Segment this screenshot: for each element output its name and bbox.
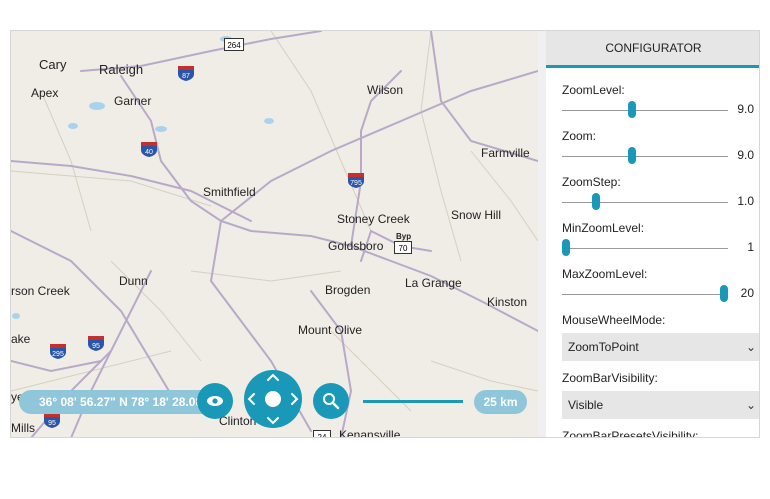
interstate-95-shield-icon: 95	[87, 335, 105, 351]
toggle-visibility-button[interactable]	[197, 383, 233, 419]
slider-thumb[interactable]	[562, 239, 570, 256]
zoom-slider[interactable]: 9.0	[562, 145, 754, 165]
svg-text:295: 295	[52, 351, 64, 358]
interstate-40-shield-icon: 40	[140, 141, 158, 157]
city-label-la-grange: La Grange	[405, 276, 462, 290]
pan-down-icon	[267, 417, 279, 425]
zoom-bar-visibility-value: Visible	[568, 398, 604, 412]
city-label-goldsboro: Goldsboro	[328, 239, 384, 253]
city-label-rson-creek: rson Creek	[11, 284, 70, 298]
configurator-panel: CONFIGURATOR ZoomLevel: 9.0 Zoom: 9.0 Zo…	[538, 31, 759, 438]
zoom-bar-visibility-label: ZoomBarVisibility:	[562, 371, 658, 385]
app-window: Cary Raleigh Apex Garner Wilson Farmvill…	[10, 30, 760, 438]
slider-thumb[interactable]	[628, 101, 637, 118]
zoom-label: Zoom:	[562, 129, 597, 143]
city-label-apex: Apex	[31, 86, 59, 100]
pan-left-icon	[247, 393, 255, 405]
center-dot-icon	[265, 391, 281, 407]
zoom-step-slider[interactable]: 1.0	[562, 191, 754, 211]
city-label-brogden: Brogden	[325, 283, 371, 297]
interstate-95-shield-icon: 95	[43, 412, 61, 428]
interstate-795-shield-icon: 795	[347, 172, 365, 188]
slider-thumb[interactable]	[628, 147, 637, 164]
mouse-wheel-mode-dropdown[interactable]: ZoomToPoint ⌄	[562, 333, 759, 361]
zoom-value: 9.0	[737, 148, 754, 162]
zoom-bar-visibility-dropdown[interactable]: Visible ⌄	[562, 391, 759, 419]
city-label-stoney-creek: Stoney Creek	[337, 212, 410, 226]
us-highway-24-shield-icon: 24	[313, 430, 331, 438]
interstate-87-shield-icon: 87	[177, 65, 195, 81]
city-label-dunn: Dunn	[119, 274, 148, 288]
svg-text:795: 795	[350, 180, 362, 187]
slider-thumb[interactable]	[720, 285, 728, 302]
zoom-step-label: ZoomStep:	[562, 175, 621, 189]
city-label-snow-hill: Snow Hill	[451, 208, 502, 222]
eye-icon	[207, 396, 223, 406]
us-highway-264-shield-icon: 264	[224, 38, 244, 51]
zoom-level-slider[interactable]: 9.0	[562, 99, 754, 119]
max-zoom-level-value: 20	[740, 286, 754, 300]
svg-text:40: 40	[145, 149, 153, 156]
zoom-level-label: ZoomLevel:	[562, 83, 625, 97]
city-label-mills: Mills	[11, 421, 35, 435]
interstate-295-shield-icon: 295	[49, 343, 67, 359]
svg-text:87: 87	[182, 73, 190, 80]
mouse-wheel-mode-label: MouseWheelMode:	[562, 313, 666, 327]
map-view[interactable]: Cary Raleigh Apex Garner Wilson Farmvill…	[11, 31, 538, 438]
mouse-location-indicator: 36° 08' 56.27" N 78° 18' 28.08"	[19, 390, 216, 414]
min-zoom-level-label: MinZoomLevel:	[562, 221, 645, 235]
pan-right-icon	[291, 393, 299, 405]
city-label-ake: ake	[11, 332, 31, 346]
max-zoom-level-label: MaxZoomLevel:	[562, 267, 648, 281]
pan-up-icon	[267, 373, 279, 381]
zoom-bar-presets-visibility-label: ZoomBarPresetsVisibility:	[562, 429, 699, 438]
slider-thumb[interactable]	[592, 193, 601, 210]
scale-bar	[363, 400, 463, 403]
bypass-label: Byp	[396, 232, 412, 241]
svg-text:264: 264	[227, 41, 241, 50]
us-highway-70-shield-icon: 70	[394, 241, 412, 254]
svg-text:24: 24	[318, 433, 327, 438]
city-label-kinston: Kinston	[487, 295, 528, 309]
city-label-cary: Cary	[39, 57, 67, 72]
zoom-step-value: 1.0	[737, 194, 754, 208]
max-zoom-level-slider[interactable]: 20	[562, 283, 754, 303]
svg-text:95: 95	[92, 343, 100, 350]
city-label-raleigh: Raleigh	[99, 62, 144, 77]
search-icon	[323, 393, 340, 410]
city-label-mount-olive: Mount Olive	[298, 323, 363, 337]
configurator-title: CONFIGURATOR	[546, 31, 759, 68]
city-label-garner: Garner	[114, 94, 152, 108]
zoom-level-value: 9.0	[737, 102, 754, 116]
svg-text:95: 95	[48, 420, 56, 427]
min-zoom-level-slider[interactable]: 1	[562, 237, 754, 257]
scale-label: 25 km	[474, 390, 527, 414]
city-label-smithfield: Smithfield	[203, 185, 256, 199]
chevron-down-icon: ⌄	[745, 398, 756, 412]
min-zoom-level-value: 1	[747, 240, 754, 254]
svg-text:70: 70	[399, 244, 408, 253]
city-label-kenansville: Kenansville	[339, 428, 401, 438]
zoom-button[interactable]	[313, 383, 349, 419]
city-label-wilson: Wilson	[367, 83, 404, 97]
mouse-wheel-mode-value: ZoomToPoint	[568, 340, 639, 354]
navigation-control[interactable]	[244, 370, 302, 428]
city-label-farmville: Farmville	[481, 146, 530, 160]
chevron-down-icon: ⌄	[745, 340, 756, 354]
